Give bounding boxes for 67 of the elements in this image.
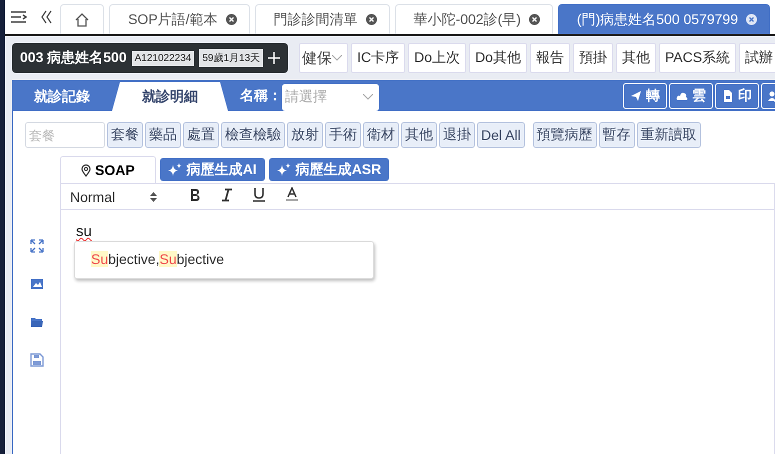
toolbar-button[interactable]: 其他 xyxy=(616,43,656,73)
italic-icon[interactable] xyxy=(221,188,234,202)
editor-text: su xyxy=(76,223,92,240)
image-icon[interactable] xyxy=(30,277,44,291)
double-chevron-icon[interactable] xyxy=(40,10,54,24)
order-search-field[interactable]: 套餐 xyxy=(25,122,105,148)
record-tab[interactable]: 就診明細 xyxy=(112,82,228,111)
expand-icon[interactable] xyxy=(30,239,44,253)
name-label: 名稱： xyxy=(240,86,282,104)
toolbar-button[interactable]: 報告 xyxy=(530,43,570,73)
folder-icon[interactable] xyxy=(30,315,44,329)
sparkle-icon xyxy=(276,162,291,176)
record-button[interactable]: 暫存 xyxy=(598,122,635,148)
chevron-down-icon xyxy=(332,55,342,61)
insurance-select[interactable]: 健保 xyxy=(299,43,348,73)
action-button[interactable]: 印 xyxy=(715,82,759,108)
home-tab[interactable] xyxy=(60,4,104,34)
style-select[interactable]: Normal xyxy=(70,188,158,204)
patient-age: 59歲1月13天 xyxy=(199,49,264,67)
order-button[interactable]: 處置 xyxy=(183,122,219,148)
document-icon xyxy=(722,90,734,102)
action-button[interactable]: 雲 xyxy=(669,82,713,108)
action-button[interactable]: 轉 xyxy=(623,82,667,108)
page-tab[interactable]: 門診診間清單 xyxy=(254,4,390,34)
patient-name: 003 病患姓名500 xyxy=(20,49,127,67)
page-tab[interactable]: (門)病患姓名500 0579799 xyxy=(558,4,770,34)
up-down-icon xyxy=(150,192,158,202)
sparkle-icon xyxy=(168,162,182,176)
record-button[interactable]: 重新讀取 xyxy=(636,122,701,148)
order-button[interactable]: 放射 xyxy=(287,122,323,148)
menu-icon[interactable] xyxy=(11,11,28,23)
toolbar-button[interactable]: 試辦 xyxy=(739,43,775,73)
underline-icon[interactable] xyxy=(253,187,266,202)
toolbar-button[interactable]: PACS系統 xyxy=(658,43,736,73)
soap-tab[interactable]: SOAP xyxy=(60,156,156,183)
text-color-icon[interactable] xyxy=(285,187,300,202)
order-button[interactable]: 衛材 xyxy=(363,122,399,148)
close-icon[interactable] xyxy=(226,14,237,25)
ai-button[interactable]: 病歷生成AI xyxy=(160,158,265,181)
order-button[interactable]: Del All xyxy=(477,122,525,148)
toolbar-button[interactable]: 預掛 xyxy=(572,43,613,73)
toolbar-button[interactable]: IC卡序 xyxy=(351,43,406,73)
order-button[interactable]: 藥品 xyxy=(145,122,181,148)
page-tab[interactable]: 華小陀-002診(早) xyxy=(394,4,553,34)
close-icon[interactable] xyxy=(746,14,757,25)
add-icon[interactable] xyxy=(268,52,280,64)
patient-id: A121022234 xyxy=(132,50,194,66)
order-button[interactable]: 退掛 xyxy=(439,122,475,148)
toolbar-button[interactable]: Do其他 xyxy=(469,43,527,73)
send-icon xyxy=(630,90,642,102)
toolbar-button[interactable]: Do上次 xyxy=(408,43,466,73)
bold-icon[interactable] xyxy=(189,188,202,202)
home-icon xyxy=(74,12,90,28)
page-tab[interactable]: SOP片語/範本 xyxy=(109,4,250,34)
order-button[interactable]: 手術 xyxy=(325,122,361,148)
ai-button[interactable]: 病歷生成ASR xyxy=(268,158,390,181)
order-button[interactable]: 檢查檢驗 xyxy=(221,122,285,148)
pin-icon xyxy=(81,164,91,176)
close-icon[interactable] xyxy=(528,14,540,25)
suggestion-item[interactable]: Subjective,Subjective xyxy=(75,251,224,267)
record-tab[interactable]: 就診記錄 xyxy=(12,82,112,111)
close-icon[interactable] xyxy=(366,14,377,25)
order-button[interactable]: 套餐 xyxy=(107,122,143,148)
record-button[interactable]: 預覽病歷 xyxy=(532,122,597,148)
order-button[interactable]: 其他 xyxy=(401,122,437,148)
chevron-down-icon xyxy=(363,94,373,100)
save-icon[interactable] xyxy=(30,353,44,367)
